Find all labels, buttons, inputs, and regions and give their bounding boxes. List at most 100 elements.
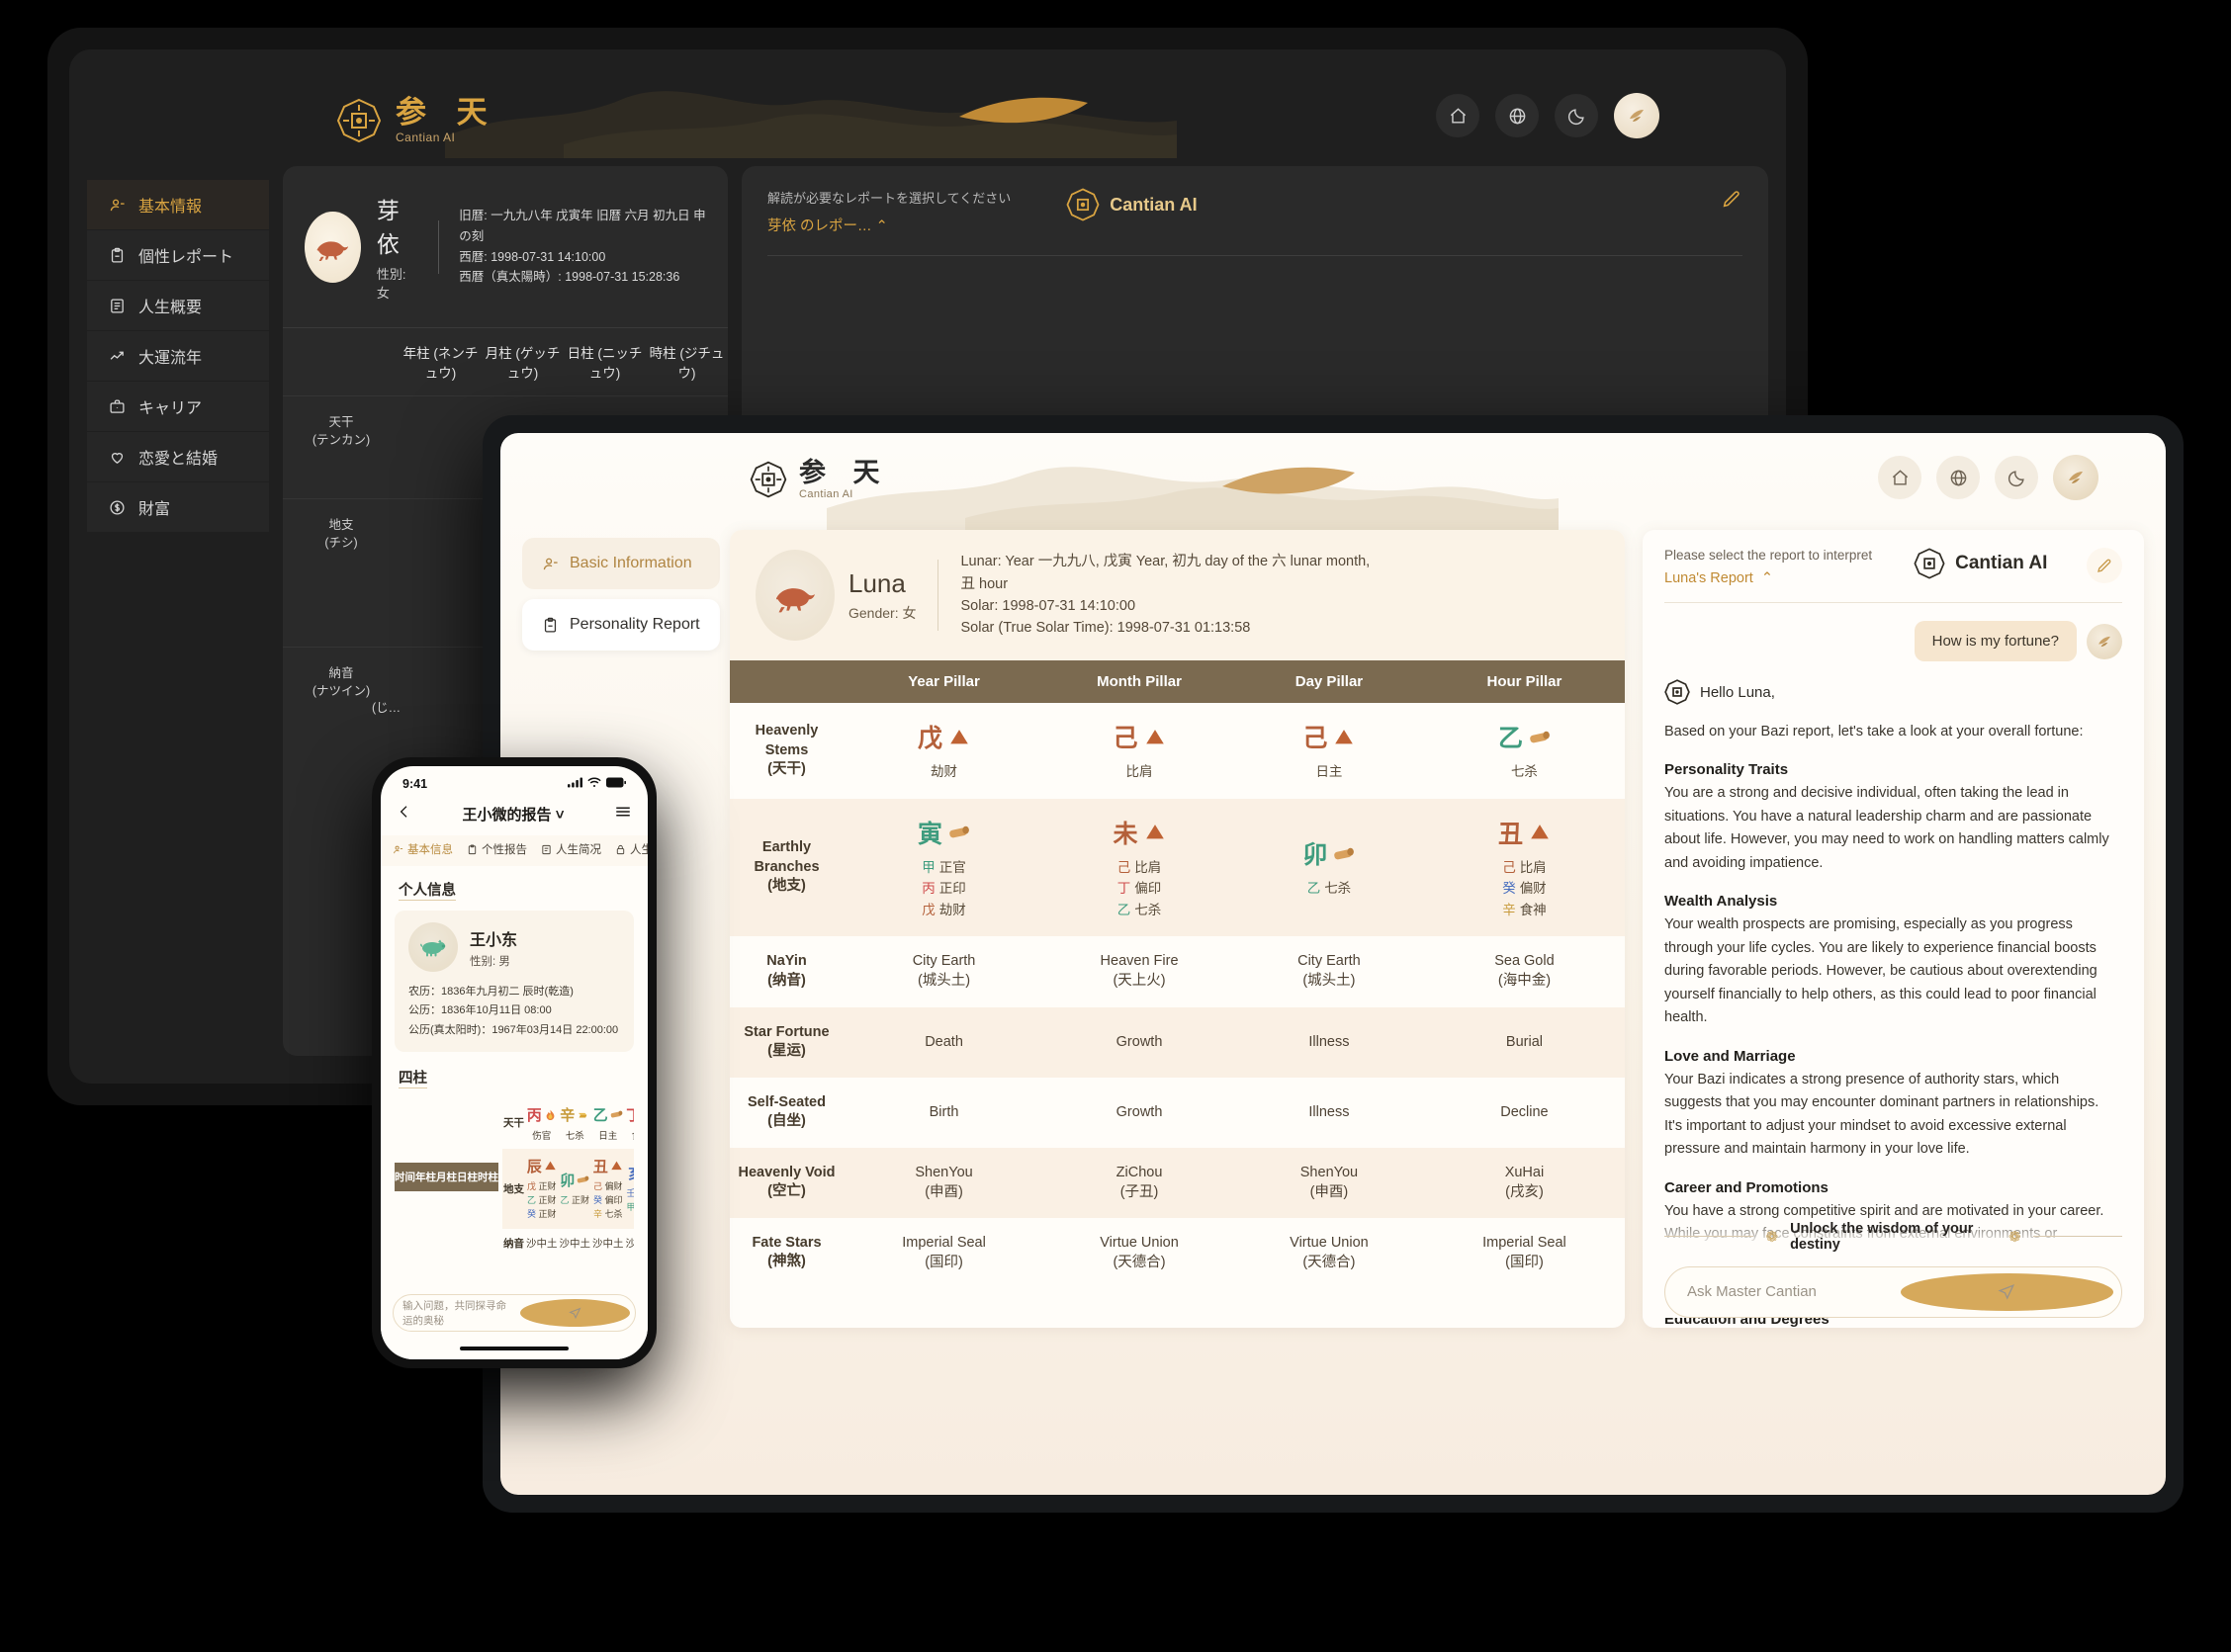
hamburger-menu-icon[interactable]: [614, 803, 632, 826]
true-solar-date: 公历(真太阳时)：1967年03月14日 22:00:00: [408, 1023, 619, 1036]
report-selector-hint: Please select the report to interpret: [1664, 548, 1873, 563]
table-cell: ShenYou (申酉): [915, 1164, 973, 1200]
phone-nav-bar: 王小微的报告 ˅: [381, 795, 648, 835]
sidebar-item-life-overview[interactable]: 人生概要: [87, 281, 269, 331]
table-cell: 戊劫财: [844, 703, 1044, 799]
sidebar-item-label: キャリア: [138, 400, 203, 417]
row-label: 天干: [503, 1117, 524, 1130]
globe-icon[interactable]: [1936, 456, 1980, 499]
light-tablet-screen: 参 天 Cantian AI Basic Information Persona…: [500, 433, 2166, 1495]
pen-icon[interactable]: [2087, 548, 2122, 583]
row-label: Fate Stars (神煞): [752, 1234, 822, 1270]
table-cell: 丑己比肩癸偏财辛食神: [1424, 799, 1625, 937]
tab-personality-report[interactable]: 个性报告: [467, 841, 527, 857]
table-cell: 乙日主: [591, 1097, 625, 1149]
table-row: NaYin (纳音) City Earth (城头土) Heaven Fire (天上火)…: [730, 936, 1625, 1006]
phone-chat-input[interactable]: 输入问题，共同探寻命运的奥秘: [393, 1294, 636, 1332]
sidebar-item-love-marriage[interactable]: 恋愛と結婚: [87, 432, 269, 482]
section-title-love: Love and Marriage: [1664, 1047, 1796, 1065]
diamond-icon: ❁: [1765, 1228, 1779, 1246]
sidebar-item-basic-info[interactable]: 基本情報: [87, 180, 269, 230]
row-label-nayin: 納音 (ナツイン) (じ…: [283, 648, 401, 765]
ai-header: Please select the report to interpret Lu…: [1643, 530, 2144, 586]
col-header-time: 时间: [395, 1163, 415, 1192]
sidebar-item-career[interactable]: キャリア: [87, 382, 269, 432]
light-top-nav: [1878, 455, 2098, 500]
bazi-table: Year Pillar Month Pillar Day Pillar Hour…: [730, 660, 1625, 1288]
solar-date: 公历：1836年10月11日 08:00: [408, 1004, 552, 1017]
col-header-hour: 时柱: [478, 1163, 498, 1192]
phone-page-title[interactable]: 王小微的报告 ˅: [412, 804, 614, 825]
user-avatar: [2087, 623, 2122, 659]
sidebar-item-personality-report[interactable]: Personality Report: [522, 599, 720, 651]
sidebar-item-label: 個性レポート: [138, 249, 234, 266]
report-selector[interactable]: 解読が必要なレポートを選択してください 芽依 のレポー… ⌃: [767, 188, 1011, 235]
table-cell: 丑己 偏财癸 偏印辛 七杀: [592, 1158, 623, 1219]
light-brand-logo[interactable]: 参 天 Cantian AI: [750, 459, 890, 500]
home-icon[interactable]: [1878, 456, 1921, 499]
table-cell: 己比肩: [1044, 703, 1234, 799]
bagua-logo-icon: [1664, 679, 1690, 705]
phone-person-gender: 性别: 男: [470, 955, 510, 968]
sidebar-item-label: Personality Report: [570, 616, 700, 633]
phone-screen: 9:41 王小微的报告 ˅ 基本信息 个性报告 人生简况 人生 个人信息 王小东…: [381, 766, 648, 1359]
screenshot-stage: 参 天 Cantian AI 基本情報 個性レポート 人生概要 大運流年 キャリ…: [0, 0, 2231, 1652]
unlock-banner: ❁ Unlock the wisdom of your destiny ❁: [1664, 1215, 2122, 1266]
chat-input[interactable]: Ask Master Cantian: [1664, 1265, 2122, 1318]
section-title-personality: Personality Traits: [1664, 761, 1789, 779]
phone-person-dates: 农历：1836年九月初二 辰时(乾造) 公历：1836年10月11日 08:00…: [408, 983, 620, 1040]
table-cell: 丁食神: [625, 1097, 634, 1149]
pillar-header-day: 日柱 (ニッチュウ): [567, 346, 643, 381]
row-label-earthly-branches: 地支 (チシ): [324, 518, 358, 550]
col-header-month-pillar: Month Pillar: [1044, 660, 1234, 703]
globe-icon[interactable]: [1495, 94, 1539, 137]
moon-icon[interactable]: [1555, 94, 1598, 137]
dark-header: 参 天 Cantian AI: [69, 49, 1786, 166]
person-gender: 性別: 女: [376, 267, 406, 301]
send-icon[interactable]: [1900, 1272, 2113, 1311]
home-icon[interactable]: [1436, 94, 1479, 137]
person-dates: Lunar: Year 一九九八, 戊寅 Year, 初九 day of the…: [960, 551, 1385, 640]
assistant-greeting: Hello Luna,: [1664, 679, 2118, 705]
phone-person-card: 王小东 性别: 男 农历：1836年九月初二 辰时(乾造) 公历：1836年10…: [395, 911, 634, 1052]
table-cell: Decline: [1500, 1104, 1549, 1121]
sidebar-item-personality-report[interactable]: 個性レポート: [87, 230, 269, 281]
pen-icon[interactable]: [1721, 188, 1742, 215]
assistant-intro: Based on your Bazi report, let's take a …: [1664, 724, 2084, 739]
table-cell: 辛七杀: [559, 1097, 592, 1149]
tab-basic-info[interactable]: 基本信息: [393, 841, 453, 857]
sidebar-item-luck-cycles[interactable]: 大運流年: [87, 331, 269, 382]
phone-status-bar: 9:41: [381, 766, 648, 795]
col-header-month: 月柱: [436, 1163, 457, 1192]
report-selector[interactable]: Please select the report to interpret Lu…: [1664, 548, 1872, 586]
user-avatar[interactable]: [1614, 93, 1659, 138]
table-cell: Birth: [929, 1104, 959, 1121]
dark-sidebar: 基本情報 個性レポート 人生概要 大運流年 キャリア 恋愛と結婚 財富: [87, 166, 338, 1056]
sidebar-item-basic-information[interactable]: Basic Information: [522, 538, 720, 589]
phone-section-personal-info: 个人信息: [399, 883, 456, 899]
solar-date: Solar: 1998-07-31 14:10:00: [960, 598, 1136, 614]
row-label: Self-Seated (自坐): [748, 1093, 826, 1130]
tab-life-overview[interactable]: 人生简况: [541, 841, 601, 857]
dark-pillar-headers: 年柱 (ネンチュウ) 月柱 (ゲッチュウ) 日柱 (ニッチュウ) 時柱 (ジチュ…: [283, 327, 728, 395]
back-chevron-icon[interactable]: [397, 804, 412, 825]
moon-icon[interactable]: [1995, 456, 2038, 499]
dark-top-nav: [1436, 93, 1659, 138]
report-selector-value[interactable]: 芽依 のレポー… ⌃: [767, 215, 1011, 235]
phone-chat-placeholder: 输入问题，共同探寻命运的奥秘: [402, 1300, 506, 1327]
report-selector-value[interactable]: Luna's Report ⌃: [1664, 570, 1872, 586]
user-avatar[interactable]: [2053, 455, 2098, 500]
send-icon[interactable]: [520, 1299, 630, 1327]
sidebar-item-wealth[interactable]: 財富: [87, 482, 269, 533]
table-cell: 未己比肩丁偏印乙七杀: [1044, 799, 1234, 937]
status-indicators: [568, 777, 626, 791]
wifi-icon: [587, 777, 601, 791]
divider: [2032, 1236, 2122, 1238]
phone-person-row: 王小东 性别: 男: [408, 922, 620, 972]
sidebar-item-label: 大運流年: [138, 350, 203, 367]
phone-device: 9:41 王小微的报告 ˅ 基本信息 个性报告 人生简况 人生 个人信息 王小东…: [372, 757, 657, 1368]
user-message-bubble: How is my fortune?: [1914, 621, 2077, 661]
dark-brand-logo[interactable]: 参 天 Cantian AI: [336, 96, 498, 144]
tab-life-essence[interactable]: 人生精: [615, 841, 648, 857]
table-cell: Burial: [1505, 1034, 1543, 1051]
